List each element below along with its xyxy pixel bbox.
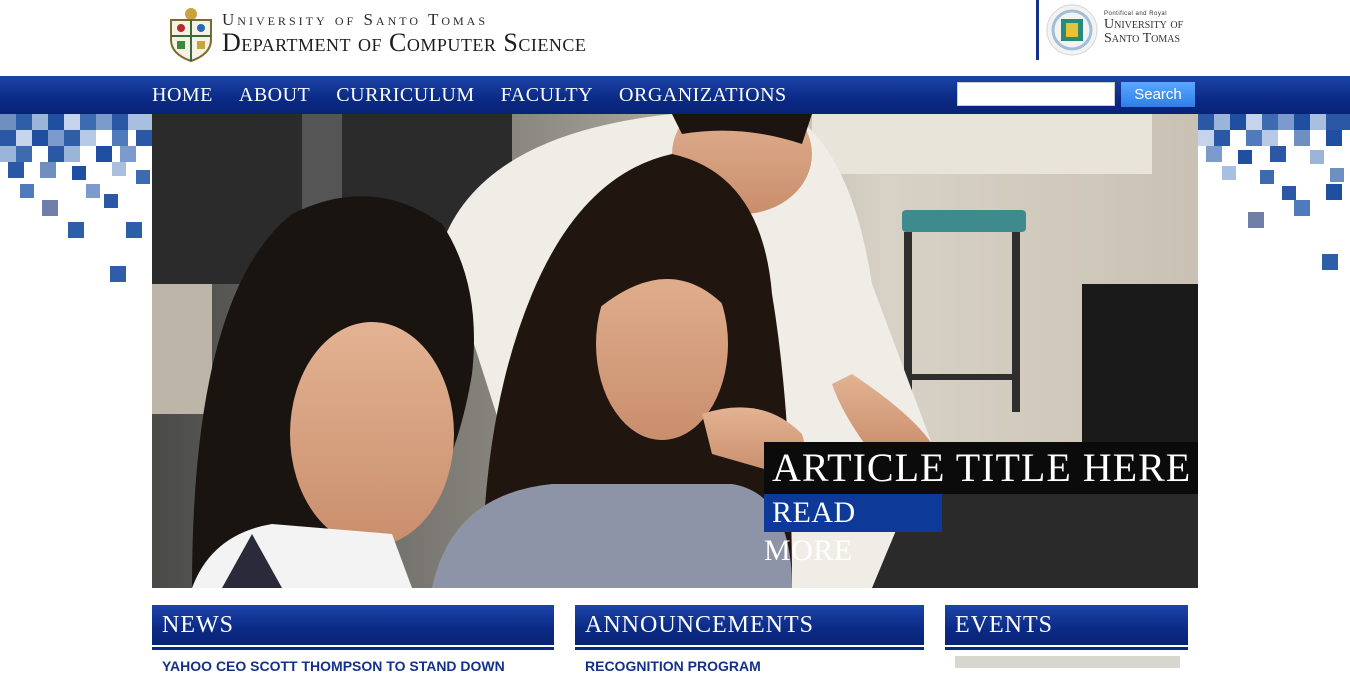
university-name: University of Santo Tomas — [222, 10, 489, 29]
search-button[interactable]: Search — [1121, 82, 1195, 107]
header-divider — [1036, 0, 1039, 60]
events-divider — [945, 647, 1188, 650]
ust-wordmark-line1: University of — [1104, 17, 1184, 32]
announcements-divider — [575, 647, 924, 650]
event-thumbnail[interactable] — [955, 656, 1180, 668]
news-header: NEWS — [152, 605, 554, 645]
department-name: Department of Computer Science — [222, 28, 587, 57]
announcements-header: ANNOUNCEMENTS — [575, 605, 924, 645]
article-title[interactable]: ARTICLE TITLE HERE — [764, 442, 1198, 494]
ust-wordmark-line2: Santo Tomas — [1104, 31, 1181, 46]
department-logo[interactable]: University of Santo Tomas Department of … — [166, 6, 587, 63]
read-more-button[interactable]: READ MORE — [764, 494, 942, 567]
hero-slider[interactable]: ARTICLE TITLE HERE READ MORE — [152, 114, 1198, 588]
university-crest-icon — [166, 6, 216, 63]
ust-wordmark: Pontifical and Royal University of Santo… — [1104, 10, 1183, 46]
ust-seal-icon[interactable] — [1046, 4, 1098, 56]
events-header: EVENTS — [945, 605, 1188, 645]
nav-curriculum[interactable]: CURRICULUM — [336, 84, 474, 107]
hero-photo — [152, 114, 1198, 588]
nav-organizations[interactable]: ORGANIZATIONS — [619, 84, 787, 107]
news-divider — [152, 647, 554, 650]
announcement-item[interactable]: RECOGNITION PROGRAM — [585, 658, 915, 674]
news-item[interactable]: YAHOO CEO SCOTT THOMPSON TO STAND DOWN — [162, 658, 554, 674]
site-header: University of Santo Tomas Department of … — [0, 0, 1350, 76]
main-navbar: HOME ABOUT CURRICULUM FACULTY ORGANIZATI… — [0, 76, 1350, 114]
search-input[interactable] — [957, 82, 1115, 106]
nav-faculty[interactable]: FACULTY — [501, 84, 593, 107]
nav-home[interactable]: HOME — [152, 84, 213, 107]
nav-about[interactable]: ABOUT — [239, 84, 310, 107]
